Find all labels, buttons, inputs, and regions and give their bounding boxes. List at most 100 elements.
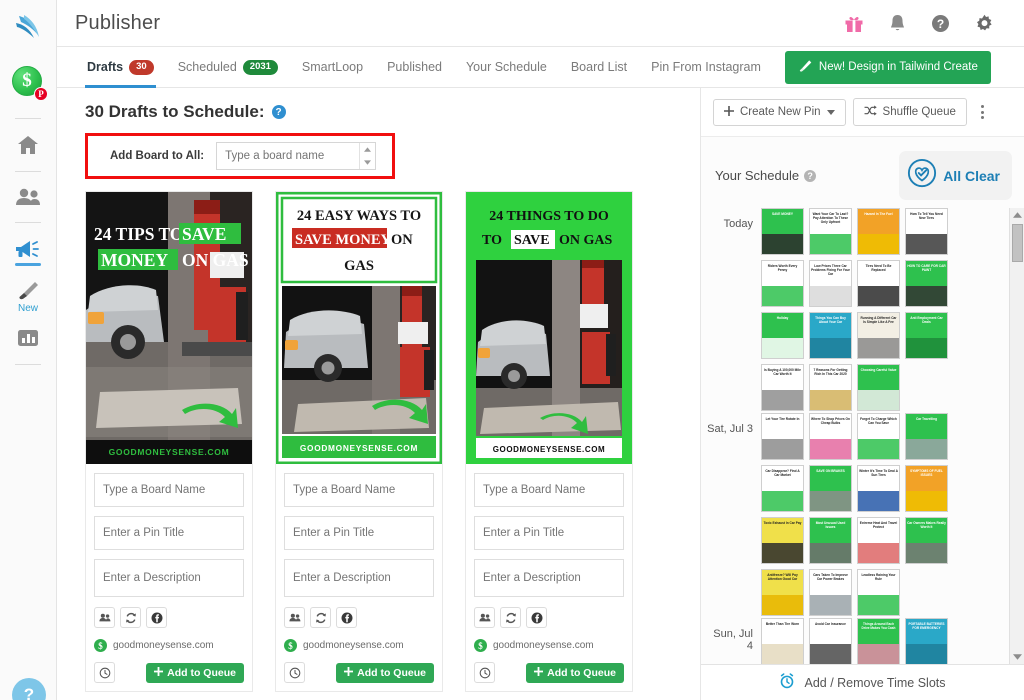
pin-title-input[interactable]: [284, 516, 434, 550]
sidebar-item-insights[interactable]: [0, 321, 57, 355]
scheduled-pin-thumbnail[interactable]: 7 Reasons For Getting Rich In This Car 2…: [809, 364, 852, 411]
pin-title-input[interactable]: [474, 516, 624, 550]
add-to-queue-button[interactable]: Add to Queue: [526, 662, 624, 683]
scheduled-pin-thumbnail[interactable]: Low Prices Three Car Problems Fixing For…: [809, 260, 852, 307]
scheduled-pin-thumbnail[interactable]: Holiday: [761, 312, 804, 359]
facebook-icon[interactable]: [146, 607, 167, 628]
scheduled-pin-thumbnail[interactable]: Toxic Exhaust In Car Pay: [761, 517, 804, 564]
sidebar-item-create[interactable]: New: [0, 273, 57, 321]
scheduled-pin-thumbnail[interactable]: Riders Worth Every Penny: [761, 260, 804, 307]
clock-icon[interactable]: [94, 662, 115, 683]
pin-title-input[interactable]: [94, 516, 244, 550]
scheduled-pin-thumbnail[interactable]: Car Owners Makes Really Worth It: [905, 517, 948, 564]
board-spinner[interactable]: [359, 143, 376, 169]
board-name-input[interactable]: [94, 473, 244, 507]
people-icon[interactable]: [474, 607, 495, 628]
board-name-input[interactable]: [474, 473, 624, 507]
pin-description-input[interactable]: [94, 559, 244, 597]
scheduled-pin-thumbnail[interactable]: Where To Shop Prices On Cheap Bulbs: [809, 413, 852, 460]
scheduled-pin-thumbnail[interactable]: Better Than Tire Worn: [761, 618, 804, 664]
add-board-to-all-input[interactable]: [216, 142, 377, 170]
board-name-input[interactable]: [284, 473, 434, 507]
scheduled-pin-thumbnail[interactable]: SAVE ON BRAKES: [809, 465, 852, 512]
scroll-down-arrow-icon[interactable]: [1012, 650, 1022, 664]
scheduled-pin-thumbnail[interactable]: Tires Need To Be Replaced: [857, 260, 900, 307]
draft-card-fields: $ goodmoneysense.com: [466, 464, 632, 691]
scheduled-pin-thumbnail[interactable]: Is Buying A 100,000 Mile Car Worth It: [761, 364, 804, 411]
sidebar-item-promote[interactable]: [0, 232, 57, 273]
people-icon[interactable]: [284, 607, 305, 628]
schedule-scrollbar[interactable]: [1009, 208, 1024, 664]
tab-board-list[interactable]: Board List: [559, 47, 639, 88]
scheduled-pin-thumbnail[interactable]: Most Unusual Used Issues: [809, 517, 852, 564]
tab-smartloop[interactable]: SmartLoop: [290, 47, 375, 88]
scheduled-pin-thumbnail[interactable]: Let Your Tire Rotate In: [761, 413, 804, 460]
pin-description-input[interactable]: [474, 559, 624, 597]
facebook-icon[interactable]: [526, 607, 547, 628]
tab-published[interactable]: Published: [375, 47, 454, 88]
pin-preview-image[interactable]: GOODMONEYSENSE.COM 24 TIPS TO SAVE MONEY…: [86, 192, 252, 464]
scheduled-pin-thumbnail[interactable]: SYMPTOMS OF FUEL ISSUES: [905, 465, 948, 512]
scheduled-pin-thumbnail[interactable]: Antifreeze? Will Pay Attention Good Car: [761, 569, 804, 616]
refresh-icon[interactable]: [120, 607, 141, 628]
scheduled-pin-thumbnail[interactable]: Extreme Heat And Travel Protect: [857, 517, 900, 564]
scheduled-pin-thumbnail[interactable]: Car Disappear? Find A Car Market: [761, 465, 804, 512]
scheduled-pin-thumbnail[interactable]: HOW TO CARE FOR CAR PAINT: [905, 260, 948, 307]
help-circle-icon[interactable]: ?: [931, 14, 950, 33]
tab-drafts[interactable]: Drafts 30: [75, 47, 166, 88]
sidebar-item-home[interactable]: [0, 128, 57, 162]
scrollbar-thumb[interactable]: [1011, 224, 1023, 262]
scheduled-pin-thumbnail[interactable]: Forget To Charge Which Can You Save: [857, 413, 900, 460]
add-to-queue-button[interactable]: Add to Queue: [336, 662, 434, 683]
add-remove-time-slots-button[interactable]: Add / Remove Time Slots: [701, 664, 1024, 700]
spinner-up-icon[interactable]: [360, 143, 375, 156]
tab-your-schedule[interactable]: Your Schedule: [454, 47, 559, 88]
scheduled-pin-thumbnail[interactable]: Car Travelling: [905, 413, 948, 460]
scheduled-pin-thumbnail[interactable]: Things You Can Buy About Your Car: [809, 312, 852, 359]
tab-drafts-badge: 30: [129, 59, 154, 75]
scheduled-pin-thumbnail[interactable]: Things Around Each Drive Makes You Cash: [857, 618, 900, 664]
clock-icon[interactable]: [474, 662, 495, 683]
clock-icon[interactable]: [284, 662, 305, 683]
kebab-menu-icon[interactable]: [974, 105, 992, 119]
all-clear-badge[interactable]: All Clear: [899, 151, 1012, 200]
gift-icon[interactable]: [844, 13, 864, 33]
scheduled-pin-thumbnail[interactable]: Cars Taken To Improve Car Power Brakes: [809, 569, 852, 616]
create-new-pin-button[interactable]: Create New Pin: [713, 98, 846, 126]
help-bubble-button[interactable]: ?: [12, 678, 46, 700]
bell-icon[interactable]: [889, 14, 906, 33]
scheduled-pin-thumbnail[interactable]: Choosing Careful Value: [857, 364, 900, 411]
add-to-queue-button[interactable]: Add to Queue: [146, 662, 244, 683]
account-avatar[interactable]: $ P: [12, 66, 48, 101]
tab-pin-from-instagram[interactable]: Pin From Instagram: [639, 47, 773, 88]
tab-scheduled[interactable]: Scheduled 2031: [166, 47, 290, 88]
people-icon[interactable]: [94, 607, 115, 628]
scheduled-pin-thumbnail[interactable]: Want Your Car To Last? Pay Attention To …: [809, 208, 852, 255]
scheduled-pin-thumbnail[interactable]: Running A Different Car Is Simple Like A…: [857, 312, 900, 359]
help-circle-icon[interactable]: ?: [804, 169, 817, 182]
scroll-up-arrow-icon[interactable]: [1012, 208, 1022, 222]
gear-icon[interactable]: [975, 14, 994, 33]
refresh-icon[interactable]: [310, 607, 331, 628]
pin-preview-image[interactable]: 24 THINGS TO DO TO SAVE ON GAS GOODMONEY…: [466, 192, 632, 464]
spinner-down-icon[interactable]: [360, 156, 375, 169]
pin-source: $ goodmoneysense.com: [474, 639, 624, 652]
scheduled-pin-thumbnail[interactable]: Hazard In The Fuel: [857, 208, 900, 255]
scheduled-pin-thumbnail[interactable]: Anti Employment Car Deals: [905, 312, 948, 359]
facebook-icon[interactable]: [336, 607, 357, 628]
refresh-icon[interactable]: [500, 607, 521, 628]
scheduled-pin-thumbnail[interactable]: SAVE MONEY: [761, 208, 804, 255]
design-in-tailwind-create-button[interactable]: New! Design in Tailwind Create: [784, 50, 991, 84]
shuffle-queue-button[interactable]: Shuffle Queue: [852, 98, 967, 126]
tailwind-logo-icon[interactable]: [10, 10, 46, 44]
scheduled-pin-thumbnail[interactable]: Winter It's Time To Deal A Sun Tires: [857, 465, 900, 512]
sidebar-item-communities[interactable]: [0, 181, 57, 213]
pin-preview-image[interactable]: 24 EASY WAYS TO SAVE MONEY ON GAS GOODMO…: [276, 192, 442, 464]
scheduled-pin-thumbnail[interactable]: PORTABLE BATTERIES FOR EMERGENCY: [905, 618, 948, 664]
help-circle-icon[interactable]: ?: [271, 105, 286, 119]
pin-description-input[interactable]: [284, 559, 434, 597]
scheduled-pin-thumbnail[interactable]: Leadless Raining Your Rule: [857, 569, 900, 616]
pin-source: $ goodmoneysense.com: [94, 639, 244, 652]
scheduled-pin-thumbnail[interactable]: How To Tell You Need New Tires: [905, 208, 948, 255]
scheduled-pin-thumbnail[interactable]: Avoid Car Insurance: [809, 618, 852, 664]
